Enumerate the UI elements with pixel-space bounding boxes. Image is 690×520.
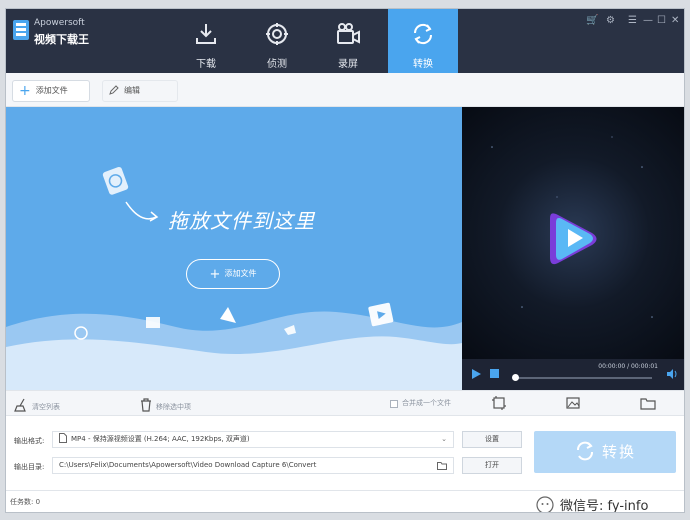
settings-button[interactable]: 设置 — [462, 431, 522, 448]
close-icon[interactable]: ✕ — [671, 15, 679, 26]
tab-download[interactable]: 下载 — [171, 9, 241, 73]
plus-icon: + — [19, 83, 31, 99]
brand-name-cn: 视频下载王 — [34, 33, 89, 46]
format-value: MP4 - 保持源视频设置 (H.264; AAC, 192Kbps, 双声道) — [71, 435, 250, 443]
task-count: 任务数: 0 — [10, 498, 41, 506]
file-icon — [59, 433, 67, 443]
tab-detect[interactable]: 侦测 — [242, 9, 312, 73]
format-select[interactable]: MP4 - 保持源视频设置 (H.264; AAC, 192Kbps, 双声道)… — [52, 431, 454, 448]
cart-icon[interactable]: 🛒 — [586, 15, 598, 26]
download-icon — [196, 24, 216, 44]
trash-icon — [141, 398, 151, 412]
maximize-icon[interactable]: ☐ — [657, 15, 666, 26]
status-bar: 任务数: 0 微信号: fy-info — [6, 490, 684, 513]
tab-convert[interactable]: 转换 — [388, 9, 458, 73]
output-dir-field[interactable]: C:\Users\Felix\Documents\Apowersoft\Vide… — [52, 457, 454, 474]
remove-selected-label: 移除选中项 — [156, 403, 191, 411]
drop-zone-waves — [6, 167, 462, 390]
drop-zone[interactable]: 拖放文件到这里 + 添加文件 — [6, 107, 462, 390]
tab-detect-label: 侦测 — [267, 59, 287, 70]
seek-bar[interactable] — [514, 377, 652, 379]
watermark-text: 微信号: fy-info — [560, 499, 649, 513]
preview-artwork — [491, 136, 653, 318]
tab-record-label: 录屏 — [338, 59, 358, 70]
plus-icon: + — [209, 267, 221, 282]
dir-label: 输出目录: — [14, 463, 45, 471]
list-actions: 清空列表 移除选中项 合并成一个文件 — [6, 390, 684, 416]
toolbar: + 添加文件 编辑 — [6, 73, 684, 107]
app-window: Apowersoft 视频下载王 下载 侦测 录屏 转换 🛒 ⚙ ☰ — ☐ ✕… — [5, 8, 685, 513]
settings-icon[interactable]: ⚙ — [606, 15, 615, 26]
seek-handle[interactable] — [512, 374, 519, 381]
app-logo-icon — [13, 20, 29, 40]
folder-icon[interactable] — [640, 396, 656, 410]
edit-button[interactable]: 编辑 — [102, 80, 178, 102]
output-dir-value: C:\Users\Felix\Documents\Apowersoft\Vide… — [59, 461, 317, 469]
watermark: 微信号: fy-info — [536, 495, 649, 513]
brand-name-en: Apowersoft — [34, 18, 85, 28]
tab-convert-label: 转换 — [413, 59, 433, 70]
browse-folder-icon[interactable] — [437, 461, 447, 470]
clear-list-label: 清空列表 — [32, 403, 60, 411]
convert-button-icon — [576, 441, 593, 461]
wechat-icon — [536, 496, 554, 512]
add-file-button[interactable]: + 添加文件 — [12, 80, 90, 102]
format-label: 输出格式: — [14, 437, 45, 445]
chevron-down-icon: ⌄ — [441, 435, 447, 443]
clear-list-button[interactable]: 清空列表 — [14, 398, 60, 412]
stop-icon[interactable] — [490, 369, 499, 378]
pen-icon — [109, 85, 119, 95]
minimize-icon[interactable]: — — [643, 15, 653, 26]
add-file-pill-label: 添加文件 — [224, 269, 257, 278]
menu-icon[interactable]: ☰ — [628, 15, 637, 26]
video-preview — [462, 107, 684, 359]
player-controls: 00:00:00 / 00:00:01 — [462, 359, 684, 390]
record-icon — [337, 23, 360, 44]
convert-icon — [413, 23, 433, 45]
volume-icon[interactable] — [666, 368, 678, 380]
drop-hint: 拖放文件到这里 — [168, 209, 315, 233]
add-file-pill-button[interactable]: + 添加文件 — [186, 259, 280, 289]
title-bar: Apowersoft 视频下载王 下载 侦测 录屏 转换 🛒 ⚙ ☰ — ☐ ✕ — [6, 9, 684, 73]
merge-checkbox[interactable]: 合并成一个文件 — [390, 398, 451, 408]
remove-selected-button[interactable]: 移除选中项 — [140, 398, 191, 412]
image-icon[interactable] — [566, 396, 580, 410]
play-icon[interactable] — [472, 369, 481, 379]
detect-icon — [266, 23, 288, 45]
time-readout: 00:00:00 / 00:00:01 — [598, 363, 658, 370]
tab-record[interactable]: 录屏 — [313, 9, 383, 73]
broom-icon — [14, 398, 26, 412]
checkbox-icon — [390, 400, 398, 408]
merge-label: 合并成一个文件 — [402, 399, 451, 407]
crop-icon[interactable] — [492, 396, 506, 410]
convert-button[interactable]: 转换 — [534, 431, 676, 473]
add-file-label: 添加文件 — [35, 86, 68, 95]
tab-download-label: 下载 — [196, 59, 216, 70]
edit-label: 编辑 — [124, 86, 140, 95]
convert-button-label: 转换 — [601, 443, 636, 461]
open-button[interactable]: 打开 — [462, 457, 522, 474]
